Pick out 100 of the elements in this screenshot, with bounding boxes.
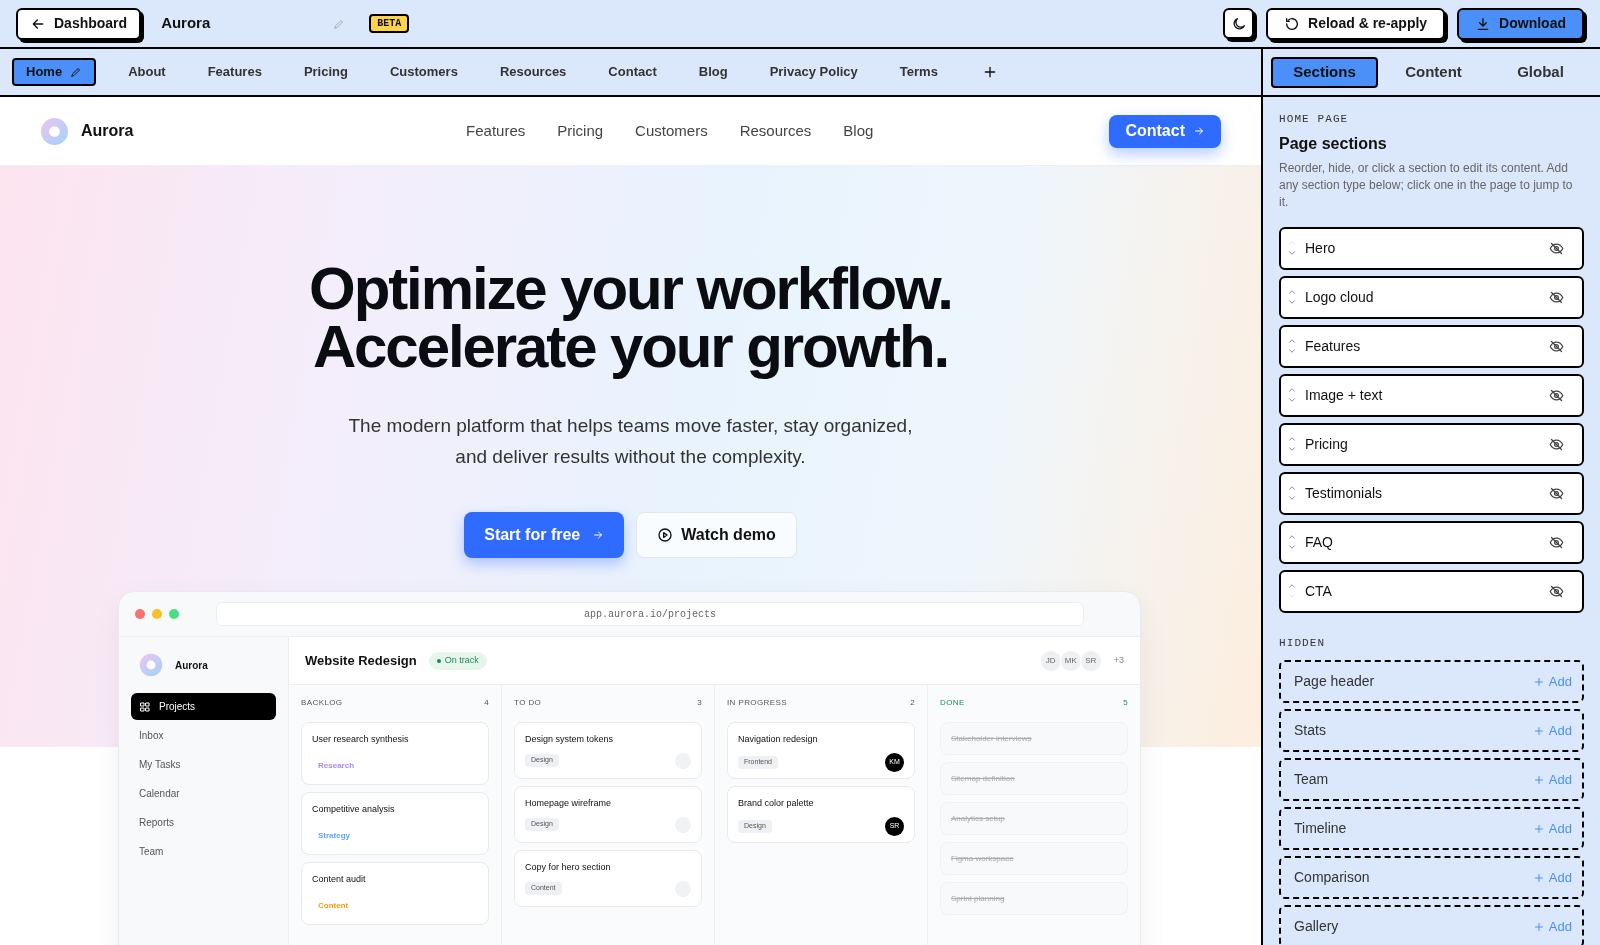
status-dot-icon — [436, 658, 441, 663]
section-item[interactable]: Features — [1279, 324, 1584, 368]
window-dot-icon — [135, 609, 145, 619]
arrow-right-icon — [592, 529, 605, 541]
grid-icon — [139, 700, 151, 713]
task-title: Analytics setup — [951, 812, 1005, 825]
more-members: +3 — [1113, 653, 1124, 667]
section-item[interactable]: Logo cloud — [1279, 275, 1584, 319]
eye-off-icon — [1549, 338, 1564, 354]
task-card[interactable]: User research synthesis Research — [301, 722, 489, 785]
page-tab[interactable]: About — [110, 58, 184, 86]
task-card[interactable]: Content audit Content — [301, 862, 489, 925]
start-button[interactable]: Start for free — [464, 512, 625, 558]
column-title: BACKLOG — [301, 697, 343, 709]
window-dot-icon — [152, 609, 162, 619]
app-nav-item[interactable]: Calendar — [131, 780, 276, 807]
nav-link[interactable]: Blog — [843, 119, 874, 143]
section-name: Stats — [1294, 721, 1327, 740]
panel-tab[interactable]: Content — [1382, 56, 1485, 88]
panel-tab[interactable]: Global — [1489, 56, 1592, 88]
nav-link[interactable]: Features — [466, 119, 526, 143]
task-title: Stakeholder interviews — [951, 732, 1032, 745]
task-title: Homepage wireframe — [525, 797, 613, 810]
watch-demo-button[interactable]: Watch demo — [636, 512, 797, 558]
section-name: Team — [1294, 770, 1330, 789]
page-tab[interactable]: Home — [12, 58, 97, 86]
plus-icon — [1532, 724, 1545, 737]
app-nav-item[interactable]: Reports — [131, 809, 276, 836]
column-count: 5 — [1123, 697, 1128, 709]
nav-link[interactable]: Customers — [635, 119, 708, 143]
section-item[interactable]: Testimonials — [1279, 471, 1584, 515]
hide-toggle[interactable] — [1549, 387, 1564, 403]
section-item[interactable]: FAQ — [1279, 520, 1584, 564]
brand-name: Aurora — [81, 121, 134, 141]
member-avatar: MK — [1059, 649, 1082, 672]
app-nav-item[interactable]: Team — [131, 838, 276, 865]
column-title: DONE — [940, 697, 965, 709]
task-title: Design system tokens — [525, 733, 615, 746]
task-title: Content audit — [312, 873, 367, 886]
plus-icon — [1532, 675, 1545, 688]
plus-icon — [1532, 822, 1545, 835]
page-tab[interactable]: Blog — [680, 58, 746, 86]
hide-toggle[interactable] — [1549, 534, 1564, 550]
page-tab[interactable]: Resources — [481, 58, 585, 86]
plus-icon — [1532, 920, 1545, 933]
project-title: Website Redesign — [305, 651, 417, 670]
hide-toggle[interactable] — [1549, 338, 1564, 354]
arrow-right-icon — [1193, 125, 1205, 137]
app-nav-item[interactable]: My Tasks — [131, 751, 276, 778]
section-name: Page header — [1294, 672, 1376, 691]
window-dot-icon — [169, 609, 179, 619]
page-tab[interactable]: Customers — [371, 58, 476, 86]
task-title: Sprint planning — [951, 892, 1005, 905]
column-count: 4 — [484, 697, 489, 709]
logo-icon — [139, 653, 163, 677]
download-button[interactable]: Download — [1457, 7, 1584, 40]
section-item[interactable]: Image + text — [1279, 373, 1584, 417]
task-title: Competitive analysis — [312, 803, 396, 816]
task-title: Sitemap definition — [951, 772, 1015, 785]
section-item[interactable]: Pricing — [1279, 422, 1584, 466]
theme-toggle-button[interactable] — [1223, 8, 1255, 39]
task-tag: Research — [318, 760, 355, 772]
eye-off-icon — [1549, 387, 1564, 403]
panel-tab[interactable]: Sections — [1271, 56, 1378, 88]
panel-eyebrow: HOME PAGE — [1279, 112, 1350, 127]
eye-off-icon — [1549, 289, 1564, 305]
hide-toggle[interactable] — [1549, 289, 1564, 305]
task-tag: Strategy — [318, 830, 350, 842]
section-item[interactable]: Hero — [1279, 226, 1584, 270]
task-card[interactable]: Competitive analysis Strategy — [301, 792, 489, 855]
section-item[interactable]: CTA — [1279, 569, 1584, 613]
logo-icon — [40, 116, 69, 146]
eye-off-icon — [1549, 583, 1564, 599]
hide-toggle[interactable] — [1549, 485, 1564, 501]
app-nav-item[interactable]: Inbox — [131, 722, 276, 749]
plus-icon — [1532, 773, 1545, 786]
nav-link[interactable]: Pricing — [557, 119, 604, 143]
column-count: 2 — [910, 697, 915, 709]
page-tab[interactable]: Features — [189, 58, 280, 86]
page-tab[interactable]: Pricing — [285, 58, 366, 86]
task-title: Copy for hero section — [525, 861, 612, 874]
page-tab[interactable]: Contact — [590, 58, 675, 86]
hide-toggle[interactable] — [1549, 240, 1564, 256]
section-name: Timeline — [1294, 819, 1348, 838]
back-button[interactable]: Dashboard — [16, 7, 142, 40]
site-name-field[interactable]: Aurora — [153, 8, 354, 39]
task-title: Figma workspace — [951, 852, 1014, 865]
url-text: app.aurora.io/projects — [584, 607, 716, 622]
page-tab[interactable]: Privacy Policy — [751, 58, 876, 86]
nav-link[interactable]: Resources — [739, 119, 812, 143]
reload-icon — [1284, 15, 1301, 32]
reload-button[interactable]: Reload & re-apply — [1266, 7, 1446, 40]
app-nav-item[interactable]: Projects — [131, 693, 276, 720]
hero-subtitle: The modern platform that helps teams move faster, stay organized, and deliver results without the complexity. — [348, 414, 913, 469]
page-tab[interactable]: Terms — [881, 58, 956, 86]
member-avatar: SR — [1079, 649, 1102, 672]
task-title: User research synthesis — [312, 733, 410, 746]
hide-toggle[interactable] — [1549, 436, 1564, 452]
contact-button[interactable]: Contact — [1109, 114, 1221, 148]
hide-toggle[interactable] — [1549, 583, 1564, 599]
